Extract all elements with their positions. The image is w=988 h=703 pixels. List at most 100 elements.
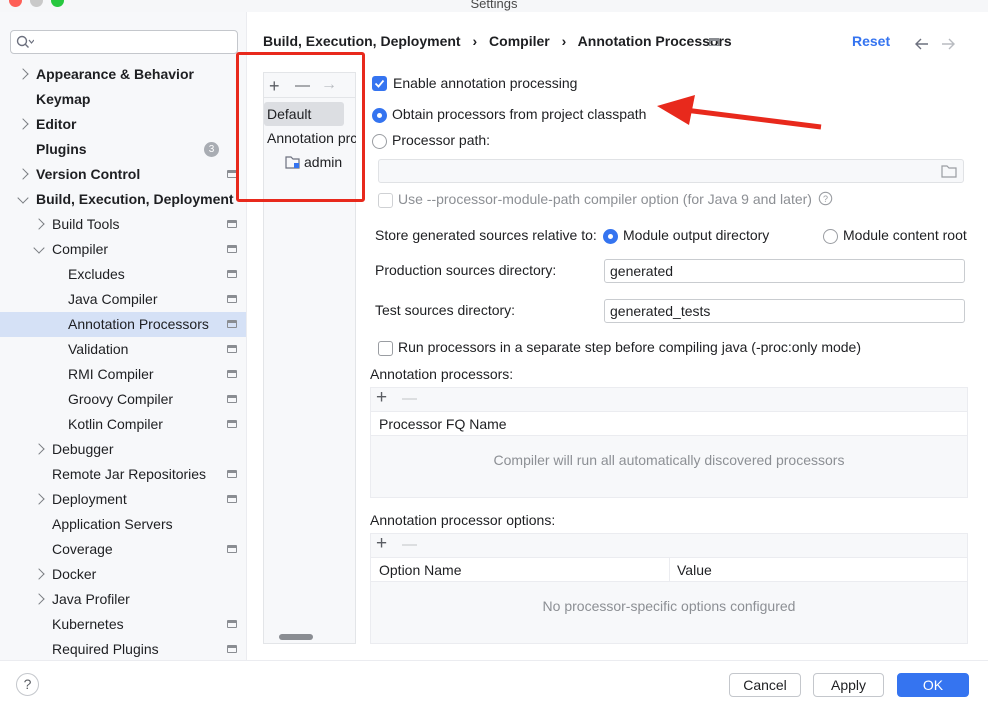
processor-path-label: Processor path:	[392, 132, 491, 148]
production-dir-label: Production sources directory:	[375, 262, 557, 278]
sidebar-item-label: Build Tools	[52, 216, 120, 232]
sidebar-item-label: Validation	[68, 341, 129, 357]
sidebar-item[interactable]: Annotation Processors	[0, 312, 246, 337]
sidebar-item[interactable]: Docker	[0, 562, 246, 587]
sidebar-item[interactable]: Kotlin Compiler	[0, 412, 246, 437]
chevron-right-icon[interactable]	[33, 443, 45, 455]
processors-table-title: Annotation processors:	[370, 366, 514, 382]
production-dir-input[interactable]: generated	[604, 259, 965, 283]
chevron-down-icon[interactable]	[33, 242, 45, 254]
option-name-column[interactable]: Option Name	[379, 562, 461, 578]
separate-step-checkbox[interactable]	[378, 341, 393, 356]
project-scope-icon	[227, 370, 237, 378]
help-circle-icon[interactable]: ?	[818, 191, 833, 206]
obtain-classpath-label: Obtain processors from project classpath	[392, 106, 647, 122]
search-icon	[16, 35, 34, 48]
options-table-title: Annotation processor options:	[370, 512, 556, 528]
sidebar-item[interactable]: Plugins 3	[0, 137, 246, 162]
sidebar-item[interactable]: Validation	[0, 337, 246, 362]
breadcrumb-separator: ›	[561, 33, 567, 49]
processor-path-field[interactable]	[378, 159, 964, 183]
store-generated-label: Store generated sources relative to:	[375, 227, 597, 243]
project-scope-icon	[227, 395, 237, 403]
module-path-option-label: Use --processor-module-path compiler opt…	[398, 191, 812, 207]
enable-annotation-checkbox[interactable]	[372, 76, 387, 91]
forward-arrow-icon[interactable]	[940, 37, 956, 51]
profiles-scrollbar[interactable]	[279, 634, 313, 640]
test-dir-input[interactable]: generated_tests	[604, 299, 965, 323]
processor-fq-name-column[interactable]: Processor FQ Name	[379, 416, 507, 432]
chevron-right-icon[interactable]	[33, 568, 45, 580]
sidebar-item[interactable]: Groovy Compiler	[0, 387, 246, 412]
sidebar-item[interactable]: Build Tools	[0, 212, 246, 237]
remove-option-icon[interactable]: —	[402, 536, 417, 553]
remove-processor-icon[interactable]: —	[402, 390, 417, 407]
sidebar-item[interactable]: Coverage	[0, 537, 246, 562]
add-option-icon[interactable]: +	[376, 533, 387, 555]
sidebar-item[interactable]: Editor	[0, 112, 246, 137]
processors-table	[370, 387, 968, 498]
sidebar-item-label: RMI Compiler	[68, 366, 154, 382]
reset-link[interactable]: Reset	[852, 33, 890, 49]
sidebar-item[interactable]: Java Profiler	[0, 587, 246, 612]
chevron-right-icon[interactable]	[17, 168, 29, 180]
processors-empty-text: Compiler will run all automatically disc…	[493, 452, 845, 468]
ok-button[interactable]: OK	[897, 673, 969, 697]
sidebar-item-label: Kotlin Compiler	[68, 416, 163, 432]
back-arrow-icon[interactable]	[914, 37, 930, 51]
options-table	[370, 533, 968, 644]
sidebar-item[interactable]: Deployment	[0, 487, 246, 512]
sidebar-item-label: Appearance & Behavior	[36, 66, 194, 82]
option-value-column[interactable]: Value	[677, 562, 712, 578]
sidebar-item[interactable]: Required Plugins	[0, 637, 246, 662]
breadcrumb-separator: ›	[472, 33, 478, 49]
svg-text:?: ?	[823, 194, 828, 204]
project-scope-icon	[709, 38, 719, 46]
browse-folder-icon[interactable]	[941, 164, 957, 178]
module-output-radio[interactable]	[603, 229, 618, 244]
module-content-root-radio[interactable]	[823, 229, 838, 244]
sidebar-item[interactable]: Appearance & Behavior	[0, 62, 246, 87]
sidebar-item[interactable]: Java Compiler	[0, 287, 246, 312]
apply-button[interactable]: Apply	[813, 673, 884, 697]
sidebar-item-label: Annotation Processors	[68, 316, 209, 332]
sidebar-item-label: Remote Jar Repositories	[52, 466, 207, 482]
module-output-label: Module output directory	[623, 227, 770, 243]
chevron-right-icon[interactable]	[33, 493, 45, 505]
sidebar-item[interactable]: Build, Execution, Deployment	[0, 187, 246, 212]
sidebar-item[interactable]: Excludes	[0, 262, 246, 287]
obtain-classpath-radio[interactable]	[372, 108, 387, 123]
breadcrumb-part-2[interactable]: Compiler	[489, 33, 550, 49]
module-content-root-label: Module content root	[843, 227, 967, 243]
breadcrumb-part-1[interactable]: Build, Execution, Deployment	[263, 33, 461, 49]
chevron-right-icon[interactable]	[17, 118, 29, 130]
help-button[interactable]: ?	[16, 673, 39, 696]
sidebar-item[interactable]: Application Servers	[0, 512, 246, 537]
add-processor-icon[interactable]: +	[376, 387, 387, 409]
sidebar-item[interactable]: Debugger	[0, 437, 246, 462]
chevron-right-icon[interactable]	[33, 593, 45, 605]
sidebar-item[interactable]: RMI Compiler	[0, 362, 246, 387]
search-input[interactable]	[10, 30, 238, 54]
sidebar-item-label: Deployment	[52, 491, 127, 507]
sidebar-item[interactable]: Remote Jar Repositories	[0, 462, 246, 487]
breadcrumb: Build, Execution, Deployment › Compiler …	[263, 33, 732, 49]
project-scope-icon	[227, 545, 237, 553]
chevron-right-icon[interactable]	[33, 218, 45, 230]
sidebar-item[interactable]: Compiler	[0, 237, 246, 262]
enable-annotation-label: Enable annotation processing	[393, 75, 578, 91]
sidebar-item[interactable]: Version Control	[0, 162, 246, 187]
sidebar-item-label: Kubernetes	[52, 616, 124, 632]
chevron-down-icon[interactable]	[17, 192, 29, 204]
sidebar-item[interactable]: Kubernetes	[0, 612, 246, 637]
project-scope-icon	[227, 495, 237, 503]
chevron-right-icon[interactable]	[17, 68, 29, 80]
sidebar-item-label: Application Servers	[52, 516, 173, 532]
red-arrow-annotation	[657, 95, 822, 130]
processor-path-radio[interactable]	[372, 134, 387, 149]
project-scope-icon	[227, 470, 237, 478]
sidebar-item-label: Version Control	[36, 166, 141, 182]
cancel-button[interactable]: Cancel	[729, 673, 801, 697]
module-path-option-checkbox[interactable]	[378, 193, 393, 208]
sidebar-item[interactable]: Keymap	[0, 87, 246, 112]
